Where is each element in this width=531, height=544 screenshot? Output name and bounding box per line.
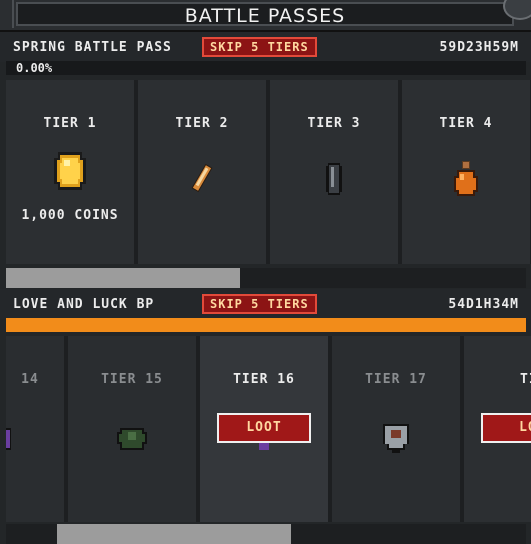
tier-cell[interactable]: TIER 3 <box>270 80 398 264</box>
progress-fill <box>6 318 526 332</box>
stone-icon <box>323 162 345 201</box>
scroll-thumb[interactable] <box>6 268 240 288</box>
pass-header-love: LOVE AND LUCK BP SKIP 5 TIERS 54D1H34M <box>0 289 531 319</box>
armor-icon <box>116 424 148 457</box>
window-title: BATTLE PASSES <box>184 5 346 27</box>
tier-cell[interactable]: TIER 1 1,000 COINS <box>6 80 134 264</box>
loot-button[interactable]: LOOT <box>217 413 311 443</box>
skip-tiers-button[interactable]: SKIP 5 TIERS <box>202 37 317 57</box>
pass-name: SPRING BATTLE PASS <box>13 40 172 55</box>
loot-button[interactable]: LO <box>481 413 531 443</box>
tier-label: TIER 4 <box>439 116 493 131</box>
tier-cell[interactable]: TIER 16 LOOT <box>200 336 328 522</box>
scroll-thumb[interactable] <box>57 524 291 544</box>
progress-label: 0.00% <box>16 61 53 75</box>
title-bar: BATTLE PASSES <box>0 0 531 32</box>
tier-cell[interactable]: TIER 2 <box>138 80 266 264</box>
title-frame: BATTLE PASSES <box>16 2 514 27</box>
shield-icon <box>381 422 411 459</box>
gem-icon <box>6 426 13 457</box>
tier-label: TIER <box>520 372 531 387</box>
tier-label: TIER 16 <box>233 372 295 387</box>
progress-bar <box>6 318 526 332</box>
reward-label: 1,000 COINS <box>21 208 119 223</box>
pass-timer: 54D1H34M <box>448 297 519 312</box>
tier-cell[interactable]: TIER 17 <box>332 336 460 522</box>
tier-cell[interactable]: TIER LO <box>464 336 531 522</box>
tier-label: TIER 1 <box>43 116 97 131</box>
coin-icon <box>50 150 90 197</box>
progress-bar: 0.00% <box>6 61 526 75</box>
potion-icon <box>451 160 481 203</box>
tier-label: TIER 2 <box>175 116 229 131</box>
skip-tiers-button[interactable]: SKIP 5 TIERS <box>202 294 317 314</box>
pass-name: LOVE AND LUCK BP <box>13 297 155 312</box>
tier-cell[interactable]: 14 <box>6 336 64 522</box>
tier-label: 14 <box>21 372 39 387</box>
title-corner <box>0 0 14 28</box>
tier-strip-spring: TIER 1 1,000 COINS TIER 2 TIER 3 TIER 4 <box>6 80 531 264</box>
pass-timer: 59D23H59M <box>439 40 519 55</box>
scroll-icon <box>189 162 215 199</box>
scrollbar-spring[interactable] <box>6 268 526 288</box>
tier-label: TIER 3 <box>307 116 361 131</box>
scrollbar-love[interactable] <box>6 524 526 544</box>
tier-strip-love: 14 TIER 15 TIER 16 LOOT TIER 17 T L <box>6 336 531 522</box>
tier-label: TIER 15 <box>101 372 163 387</box>
tier-cell[interactable]: TIER 4 <box>402 80 530 264</box>
pass-header-spring: SPRING BATTLE PASS SKIP 5 TIERS 59D23H59… <box>0 32 531 62</box>
tier-label: TIER 17 <box>365 372 427 387</box>
tier-cell[interactable]: TIER 15 <box>68 336 196 522</box>
